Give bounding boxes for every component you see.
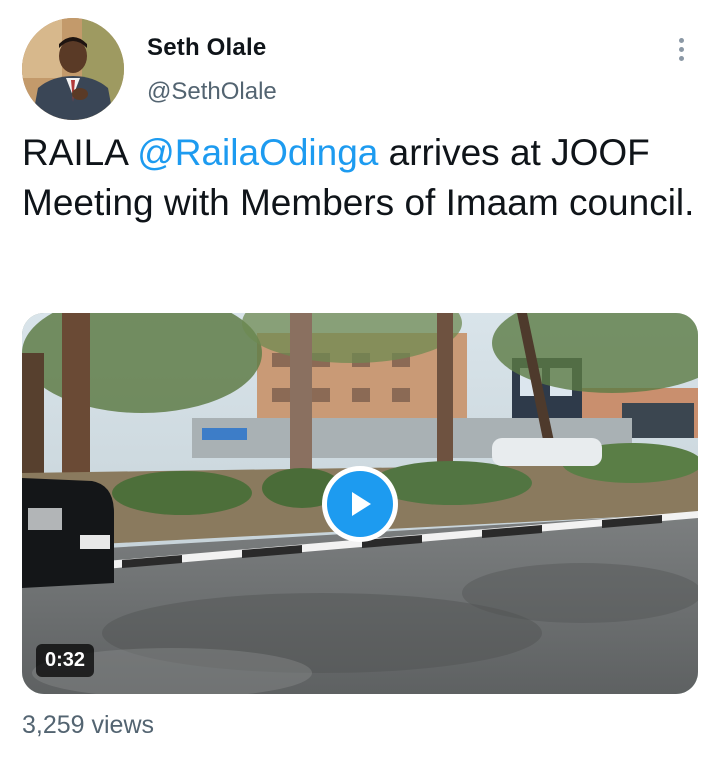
tweet-text-prefix: RAILA <box>22 132 138 173</box>
more-vertical-icon <box>678 37 684 43</box>
avatar-photo <box>22 18 124 120</box>
author-name[interactable]: Seth Olale <box>147 34 266 62</box>
play-button[interactable] <box>322 466 398 542</box>
author-handle[interactable]: @SethOlale <box>147 78 277 106</box>
more-vertical-icon-dot <box>678 46 684 52</box>
avatar[interactable] <box>22 18 124 120</box>
video-player[interactable]: 0:32 <box>22 313 698 694</box>
tweet-text: RAILA @RailaOdinga arrives at JOOF Meeti… <box>22 128 702 228</box>
tweet-card[interactable]: Seth Olale @SethOlale RAILA @RailaOdinga… <box>0 0 720 762</box>
play-icon <box>352 492 371 516</box>
play-button-circle <box>327 471 393 537</box>
video-duration-badge: 0:32 <box>36 644 95 677</box>
more-vertical-icon-dot <box>678 55 684 61</box>
more-options-button[interactable] <box>666 32 696 66</box>
view-count: 3,259 views <box>22 711 155 739</box>
mention-link[interactable]: @RailaOdinga <box>137 132 378 173</box>
